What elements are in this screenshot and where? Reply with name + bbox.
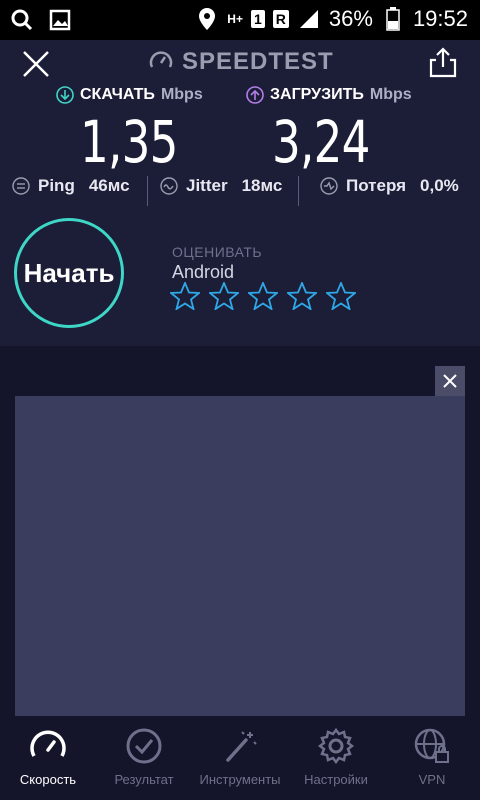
close-button[interactable] (20, 48, 52, 80)
roaming-badge: R (272, 10, 289, 28)
nav-label: Результат (114, 772, 174, 787)
nav-vpn[interactable]: VPN (384, 716, 480, 800)
nav-label: Инструменты (199, 772, 281, 787)
download-unit: Mbps (160, 86, 203, 103)
search-icon (10, 8, 34, 32)
share-icon (429, 47, 457, 78)
nav-label: VPN (418, 772, 446, 787)
rate-caption: ОЦЕНИВАТЬ (172, 244, 263, 260)
loss-value: 0,0% (420, 176, 459, 195)
close-icon (443, 374, 457, 388)
battery-icon (381, 7, 405, 31)
bottom-navigation: Скорость Результат Инструменты Настройки… (0, 716, 480, 800)
ad-close-button[interactable] (435, 366, 465, 396)
ping-value: 46мс (88, 176, 130, 195)
download-header: СКАЧАТЬ Mbps (56, 86, 203, 104)
speedometer-icon (30, 730, 66, 757)
upload-label: ЗАГРУЗИТЬ (270, 86, 364, 103)
jitter-value: 18мс (241, 176, 283, 195)
nav-label: Настройки (304, 772, 368, 787)
nav-results[interactable]: Результат (96, 716, 192, 800)
upload-arrow-icon (246, 86, 264, 104)
ping-icon (12, 177, 30, 195)
download-label: СКАЧАТЬ (80, 86, 155, 103)
speedometer-logo-icon (149, 51, 173, 68)
jitter-icon (160, 177, 178, 195)
jitter-label: Jitter (186, 176, 228, 195)
nav-speed[interactable]: Скорость (0, 716, 96, 800)
stat-divider (298, 176, 299, 206)
ad-placeholder[interactable] (15, 396, 465, 716)
star-icon[interactable] (209, 282, 239, 310)
ping-label: Ping (38, 176, 75, 195)
share-button[interactable] (428, 46, 458, 78)
upload-header: ЗАГРУЗИТЬ Mbps (246, 86, 412, 104)
download-arrow-icon (56, 86, 74, 104)
magic-wand-icon (226, 731, 257, 762)
star-icon[interactable] (287, 282, 317, 310)
nav-label: Скорость (19, 772, 77, 787)
start-button[interactable]: Начать (14, 218, 124, 328)
app-title: SPEEDTEST (182, 48, 334, 75)
loss-stat: Потеря 0,0% (320, 176, 459, 196)
battery-percent: 36% (328, 6, 373, 31)
stat-divider (147, 176, 148, 206)
star-icon[interactable] (170, 282, 200, 310)
location-icon (195, 7, 219, 31)
clock: 19:52 (412, 6, 468, 31)
packet-loss-icon (320, 177, 338, 195)
signal-icon (297, 7, 321, 31)
nav-tools[interactable]: Инструменты (192, 716, 288, 800)
gear-icon (317, 727, 355, 765)
sim-badge: 1 (250, 10, 265, 28)
star-icon[interactable] (326, 282, 356, 310)
rate-app-name: Android (172, 262, 235, 282)
check-circle-icon (126, 728, 162, 764)
app-logo: SPEEDTEST (148, 48, 334, 76)
rating-stars (170, 282, 356, 310)
upload-unit: Mbps (369, 86, 412, 103)
data-type-badge: H+ (227, 12, 243, 26)
status-bar: H+ 1 R 36% 19:52 (0, 0, 480, 40)
nav-settings[interactable]: Настройки (288, 716, 384, 800)
download-value: 1,35 (80, 108, 178, 176)
close-icon (23, 51, 49, 77)
star-icon[interactable] (248, 282, 278, 310)
loss-label: Потеря (346, 176, 407, 195)
jitter-stat: Jitter 18мс (160, 176, 282, 196)
ping-stat: Ping 46мс (12, 176, 130, 196)
gallery-icon (48, 8, 72, 32)
globe-lock-icon (414, 728, 449, 763)
upload-value: 3,24 (272, 108, 370, 176)
